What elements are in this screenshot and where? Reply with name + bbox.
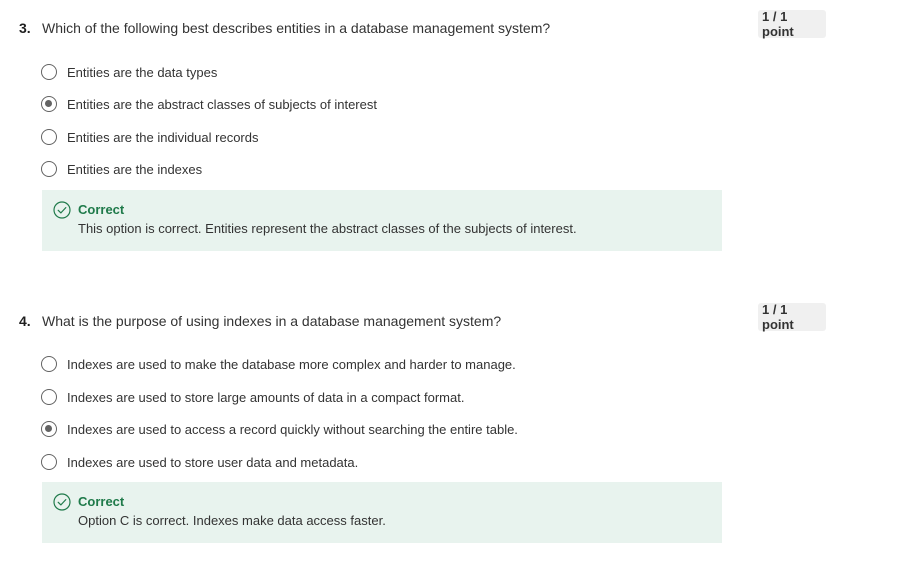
- question-text: What is the purpose of using indexes in …: [42, 313, 502, 329]
- answer-option[interactable]: Entities are the individual records: [41, 127, 259, 147]
- radio-button[interactable]: [41, 389, 57, 405]
- question-number: 3.: [19, 20, 31, 36]
- radio-button[interactable]: [41, 454, 57, 470]
- option-label: Entities are the data types: [67, 64, 218, 80]
- check-circle-icon: [53, 493, 71, 511]
- radio-button[interactable]: [41, 161, 57, 177]
- answer-option[interactable]: Entities are the data types: [41, 62, 217, 82]
- points-badge: 1 / 1 point: [758, 302, 826, 332]
- feedback-text: This option is correct. Entities represe…: [78, 221, 577, 236]
- check-circle-icon: [53, 201, 71, 219]
- radio-button-selected[interactable]: [41, 421, 57, 437]
- quiz-page: 3. Which of the following best describes…: [0, 0, 907, 578]
- feedback-title: Correct: [78, 202, 125, 217]
- feedback-panel: Correct This option is correct. Entities…: [42, 190, 722, 251]
- feedback-title: Correct: [78, 494, 125, 509]
- radio-button[interactable]: [41, 129, 57, 145]
- option-label: Indexes are used to make the database mo…: [67, 356, 516, 372]
- answer-option[interactable]: Entities are the indexes: [41, 159, 202, 179]
- answer-option[interactable]: Entities are the abstract classes of sub…: [41, 94, 377, 114]
- answer-option[interactable]: Indexes are used to access a record quic…: [41, 419, 518, 439]
- option-label: Entities are the individual records: [67, 129, 259, 145]
- answer-option[interactable]: Indexes are used to store user data and …: [41, 452, 358, 472]
- option-label: Indexes are used to store user data and …: [67, 454, 359, 470]
- feedback-text: Option C is correct. Indexes make data a…: [78, 513, 386, 528]
- option-label: Indexes are used to store large amounts …: [67, 389, 465, 405]
- answer-option[interactable]: Indexes are used to store large amounts …: [41, 387, 464, 407]
- question-number: 4.: [19, 313, 31, 329]
- answer-option[interactable]: Indexes are used to make the database mo…: [41, 354, 516, 374]
- radio-button-selected[interactable]: [41, 96, 57, 112]
- radio-button[interactable]: [41, 356, 57, 372]
- points-badge: 1 / 1 point: [758, 9, 826, 39]
- question-text: Which of the following best describes en…: [42, 20, 551, 36]
- feedback-panel: Correct Option C is correct. Indexes mak…: [42, 482, 722, 543]
- radio-button[interactable]: [41, 64, 57, 80]
- option-label: Entities are the indexes: [67, 161, 203, 177]
- option-label: Indexes are used to access a record quic…: [67, 421, 518, 437]
- option-label: Entities are the abstract classes of sub…: [67, 96, 377, 112]
